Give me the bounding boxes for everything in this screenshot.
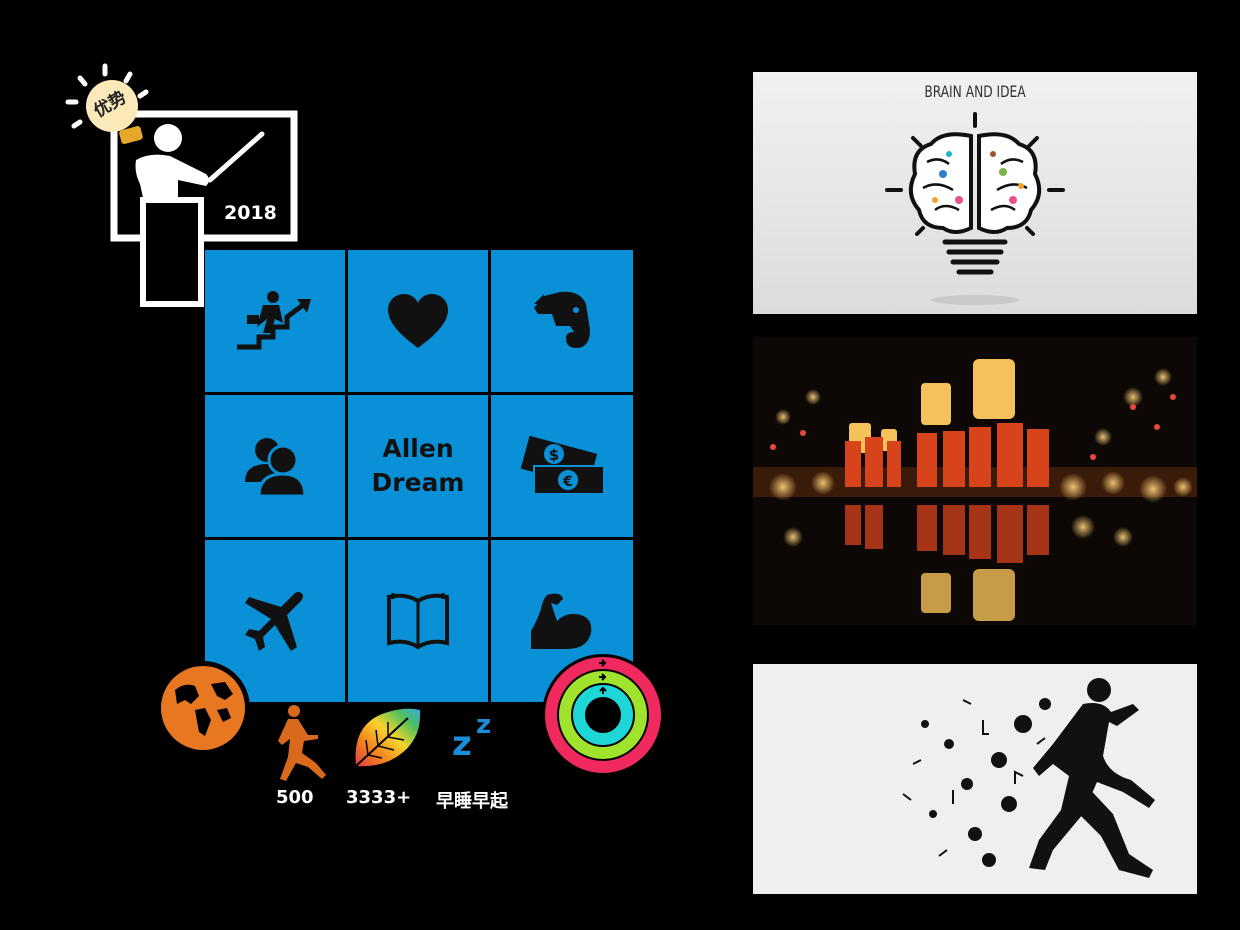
airplane-icon [245, 592, 303, 651]
year-label: 2018 [224, 202, 277, 224]
tile-grid: Allen Dream $ € [205, 250, 633, 702]
brain-title: BRAIN AND IDEA [924, 82, 1026, 101]
runner-icon [272, 705, 328, 783]
sleep-label: 早睡早起 [436, 791, 508, 812]
run-count: 500 [276, 787, 314, 808]
brain-bulb-icon [885, 112, 1065, 305]
runner-music-image [753, 664, 1197, 894]
tile-finance[interactable]: $ € [491, 395, 633, 537]
tile-notes[interactable] [491, 250, 633, 392]
running-businessman-icon [237, 291, 311, 350]
open-book-icon [387, 593, 449, 650]
tile-health[interactable] [348, 250, 488, 392]
tile-friends[interactable] [205, 395, 345, 537]
flexed-bicep-icon [531, 593, 592, 649]
leaf-icon [352, 706, 422, 770]
brain-idea-image: BRAIN AND IDEA [753, 72, 1197, 314]
tile-center: Allen Dream [348, 395, 488, 537]
zzz-large: z [476, 710, 492, 740]
lantern-festival-image [753, 337, 1197, 625]
tile-reading[interactable] [348, 540, 488, 702]
evernote-elephant-icon [534, 291, 590, 348]
name-line-2: Dream [371, 468, 465, 497]
zzz-small: z [452, 724, 472, 764]
sleep-icon: z z [450, 710, 510, 766]
svg-text:€: € [562, 474, 573, 490]
leaf-count: 3333+ [346, 787, 412, 808]
globe-icon [155, 660, 251, 756]
svg-text:$: $ [549, 446, 559, 464]
money-icon: $ € [520, 436, 605, 495]
people-icon [245, 438, 305, 498]
name-line-1: Allen [382, 434, 454, 463]
tile-career[interactable] [205, 250, 345, 392]
activity-rings-icon [541, 653, 665, 777]
heart-icon [388, 294, 448, 348]
